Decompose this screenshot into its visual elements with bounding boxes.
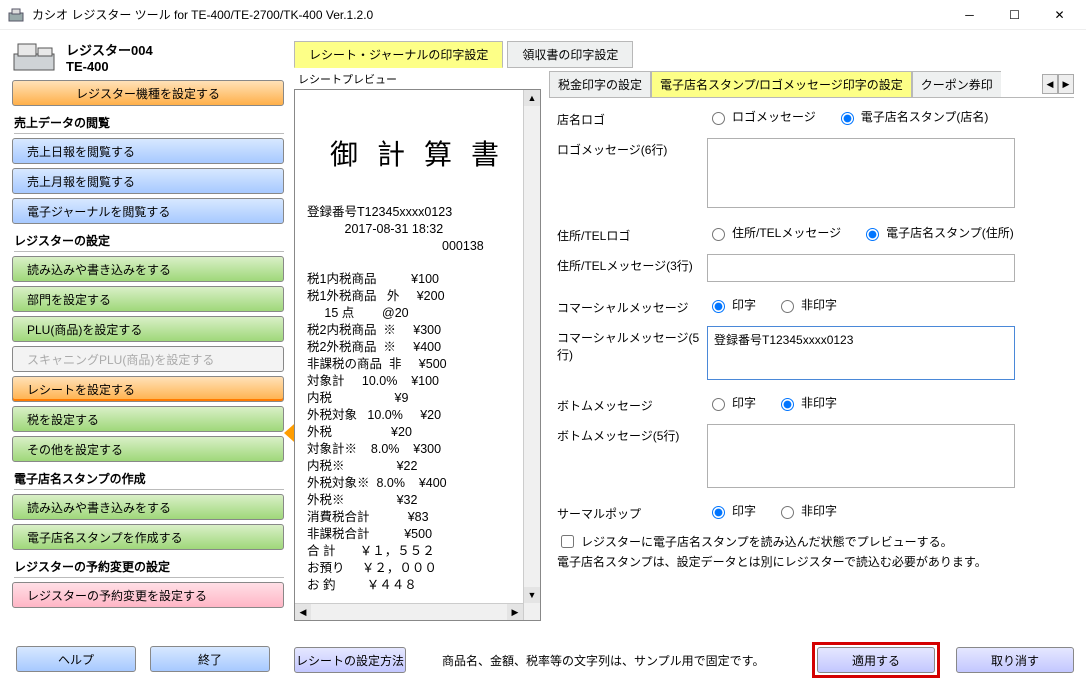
subtab-coupon[interactable]: クーポン券印 (912, 71, 1001, 97)
receipt-preview: 御 計 算 書 登録番号T12345xxxx0123 2017-08-31 18… (294, 89, 541, 621)
logo-message-box[interactable] (707, 138, 1015, 208)
minimize-button[interactable]: ─ (947, 1, 992, 29)
exit-button[interactable]: 終了 (150, 646, 270, 672)
sample-note: 商品名、金額、税率等の文字列は、サンプル用で固定です。 (422, 652, 796, 669)
addr-logo-label: 住所/TELロゴ (557, 224, 707, 244)
tab-scroll-left-button[interactable]: ◀ (1042, 74, 1058, 94)
addr-message-box[interactable] (707, 254, 1015, 282)
subtab-tax-print[interactable]: 税金印字の設定 (549, 71, 651, 97)
receipt-settings-button[interactable]: レシートを設定する (12, 376, 284, 402)
rw-stamp-button[interactable]: 読み込みや書き込みをする (12, 494, 284, 520)
logo-msg-label: ロゴメッセージ(6行) (557, 138, 707, 158)
radio-comm-print[interactable]: 印字 (707, 296, 756, 313)
radio-logo-stamp[interactable]: 電子店名スタンプ(店名) (836, 108, 989, 125)
receipt-title: 御 計 算 書 (307, 132, 528, 188)
app-icon (8, 7, 24, 23)
set-register-model-button[interactable]: レジスター機種を設定する (12, 80, 284, 106)
scroll-up-icon[interactable]: ▲ (524, 90, 540, 106)
radio-thermal-print[interactable]: 印字 (707, 502, 756, 519)
help-button[interactable]: ヘルプ (16, 646, 136, 672)
section-sales-header: 売上データの閲覧 (14, 114, 284, 134)
maximize-button[interactable]: ☐ (992, 1, 1037, 29)
scroll-right-icon[interactable]: ▶ (507, 604, 523, 620)
tab-scroll-right-button[interactable]: ▶ (1058, 74, 1074, 94)
apply-button[interactable]: 適用する (817, 647, 935, 673)
radio-addr-message[interactable]: 住所/TELメッセージ (707, 224, 841, 241)
preview-label: レシートプレビュー (298, 71, 541, 87)
close-button[interactable]: ✕ (1037, 1, 1082, 29)
cancel-button[interactable]: 取り消す (956, 647, 1074, 673)
bottom-msg-label: ボトムメッセージ(5行) (557, 424, 707, 444)
create-stamp-button[interactable]: 電子店名スタンプを作成する (12, 524, 284, 550)
preview-with-stamp-label: レジスターに電子店名スタンプを読み込んだ状態でプレビューする。 (581, 533, 953, 550)
section-settings-header: レジスターの設定 (14, 232, 284, 252)
view-ejournal-button[interactable]: 電子ジャーナルを閲覧する (12, 198, 284, 224)
radio-addr-stamp[interactable]: 電子店名スタンプ(住所) (861, 224, 1014, 241)
preview-with-stamp-checkbox[interactable] (561, 535, 574, 548)
rw-settings-button[interactable]: 読み込みや書き込みをする (12, 256, 284, 282)
preview-hscrollbar[interactable]: ◀ ▶ (295, 603, 523, 620)
tab-receipt-journal[interactable]: レシート・ジャーナルの印字設定 (294, 41, 503, 68)
commercial-label: コマーシャルメッセージ (557, 296, 707, 316)
radio-logo-message[interactable]: ロゴメッセージ (707, 108, 816, 125)
view-daily-report-button[interactable]: 売上日報を閲覧する (12, 138, 284, 164)
bottom-message-box[interactable] (707, 424, 1015, 488)
addr-msg-label: 住所/TELメッセージ(3行) (557, 254, 707, 274)
scan-plu-settings-button: スキャニングPLU(商品)を設定する (12, 346, 284, 372)
section-reserve-header: レジスターの予約変更の設定 (14, 558, 284, 578)
preview-vscrollbar[interactable]: ▲ ▼ (523, 90, 540, 620)
commercial-message-input[interactable]: 登録番号T12345xxxx0123 (707, 326, 1015, 380)
section-stamp-header: 電子店名スタンプの作成 (14, 470, 284, 490)
radio-bottom-noprint[interactable]: 非印字 (776, 394, 837, 411)
subtab-stamp-logo[interactable]: 電子店名スタンプ/ロゴメッセージ印字の設定 (651, 71, 912, 97)
shop-logo-label: 店名ロゴ (557, 108, 707, 128)
reserve-settings-button[interactable]: レジスターの予約変更を設定する (12, 582, 284, 608)
view-monthly-report-button[interactable]: 売上月報を閲覧する (12, 168, 284, 194)
commercial-msg-label: コマーシャルメッセージ(5行) (557, 326, 707, 363)
plu-settings-button[interactable]: PLU(商品)を設定する (12, 316, 284, 342)
radio-bottom-print[interactable]: 印字 (707, 394, 756, 411)
window-title: カシオ レジスター ツール for TE-400/TE-2700/TK-400 … (32, 6, 947, 23)
radio-comm-noprint[interactable]: 非印字 (776, 296, 837, 313)
register-info: レジスター004 TE-400 (66, 40, 153, 74)
apply-highlight: 適用する (812, 642, 940, 678)
register-icon (12, 40, 56, 74)
scroll-left-icon[interactable]: ◀ (295, 604, 311, 620)
radio-thermal-noprint[interactable]: 非印字 (776, 502, 837, 519)
thermal-label: サーマルポップ (557, 502, 707, 522)
scroll-down-icon[interactable]: ▼ (524, 587, 540, 603)
stamp-note: 電子店名スタンプは、設定データとは別にレジスターで読込む必要があります。 (557, 553, 1068, 570)
receipt-howto-button[interactable]: レシートの設定方法 (294, 647, 406, 673)
other-settings-button[interactable]: その他を設定する (12, 436, 284, 462)
bottom-label: ボトムメッセージ (557, 394, 707, 414)
dept-settings-button[interactable]: 部門を設定する (12, 286, 284, 312)
tab-receipt-slip[interactable]: 領収書の印字設定 (507, 41, 633, 68)
tax-settings-button[interactable]: 税を設定する (12, 406, 284, 432)
